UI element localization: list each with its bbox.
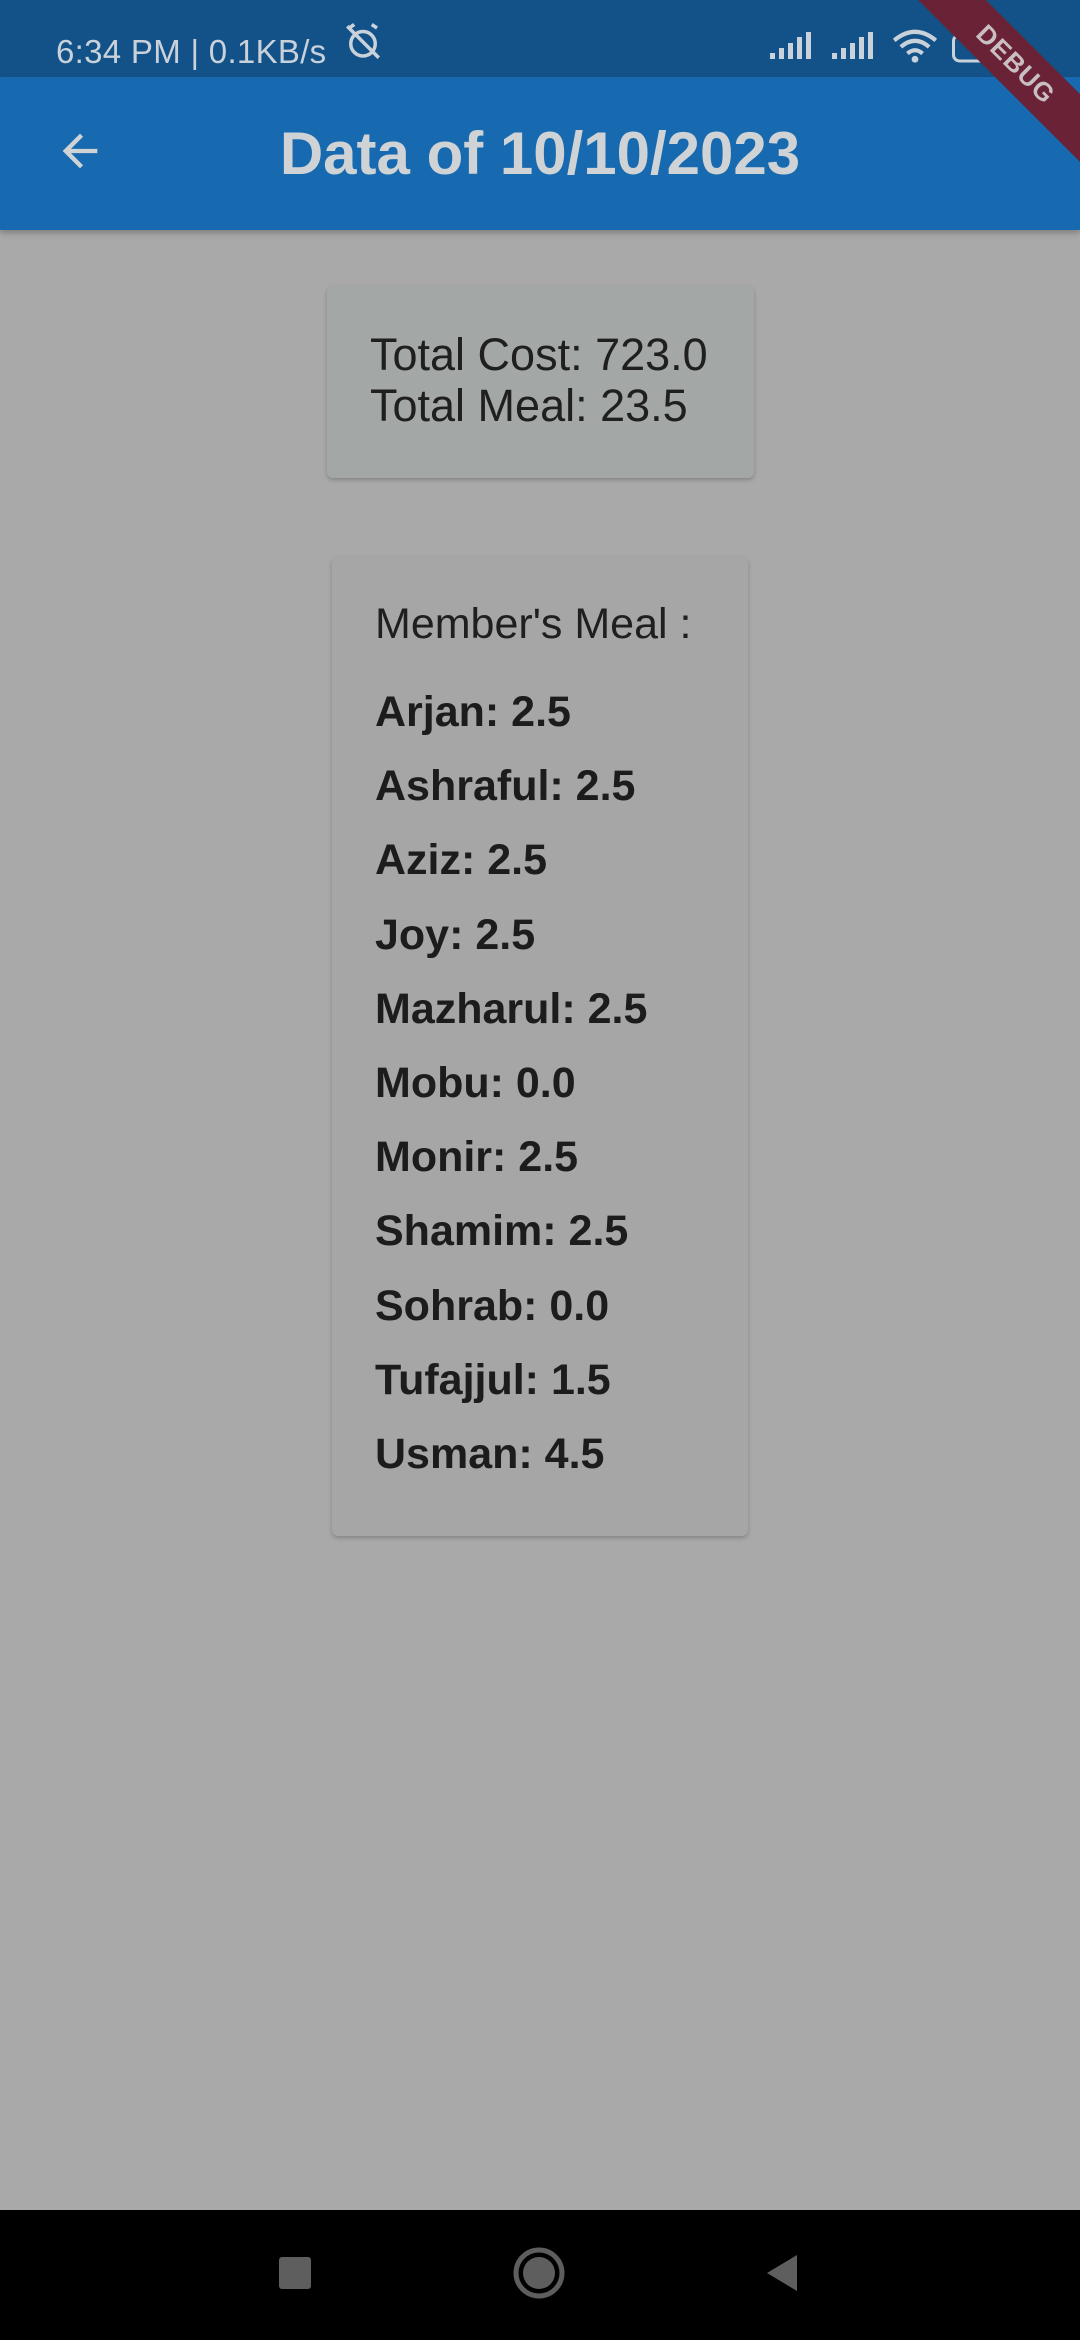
list-item: Monir: 2.5	[375, 1133, 579, 1182]
total-meal: Total Meal: 23.5	[370, 380, 688, 431]
square-icon	[278, 2256, 312, 2295]
triangle-back-icon	[763, 2253, 801, 2298]
members-heading: Member's Meal :	[375, 600, 692, 648]
list-item: Usman: 4.5	[375, 1429, 605, 1478]
recents-button[interactable]	[265, 2245, 325, 2305]
back-nav-button[interactable]	[752, 2245, 812, 2305]
signal-icon	[768, 31, 816, 66]
list-item: Arjan: 2.5	[375, 688, 571, 736]
list-item: Mobu: 0.0	[375, 1058, 576, 1107]
members-card: Member's Meal : Arjan: 2.5 Ashraful: 2.5…	[332, 557, 748, 1536]
circle-icon	[512, 2246, 566, 2305]
wifi-icon	[892, 29, 938, 68]
page-title: Data of 10/10/2023	[279, 120, 801, 187]
list-item: Mazharul: 2.5	[375, 984, 648, 1033]
list-item: Ashraful: 2.5	[375, 762, 636, 811]
list-item: Aziz: 2.5	[375, 836, 548, 885]
list-item: Joy: 2.5	[375, 910, 536, 959]
summary-card: Total Cost: 723.0 Total Meal: 23.5	[327, 286, 754, 478]
total-cost: Total Cost: 723.0	[370, 329, 708, 380]
home-button[interactable]	[509, 2245, 569, 2305]
signal-icon	[830, 31, 878, 66]
status-bar: 6:34 PM | 0.1KB/s	[0, 0, 1080, 77]
list-item: Sohrab: 0.0	[375, 1281, 610, 1330]
app-bar: Data of 10/10/2023	[0, 77, 1080, 230]
list-item: Shamim: 2.5	[375, 1207, 629, 1256]
navigation-bar	[0, 2210, 1080, 2340]
list-item: Tufajjul: 1.5	[375, 1355, 611, 1404]
member-list: Arjan: 2.5 Ashraful: 2.5 Aziz: 2.5 Joy: …	[375, 675, 647, 1491]
